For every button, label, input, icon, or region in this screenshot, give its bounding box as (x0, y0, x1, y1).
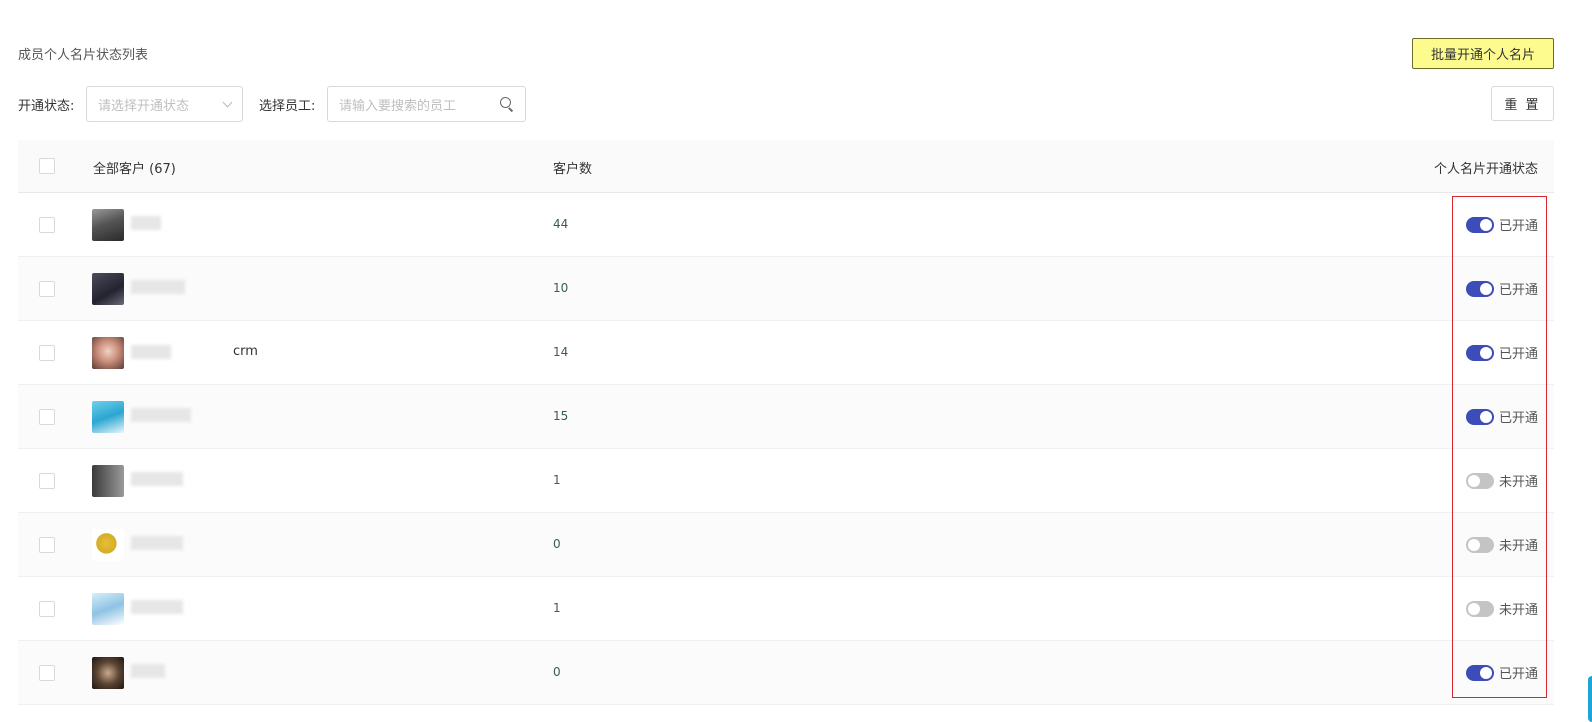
status-text: 已开通 (1498, 667, 1538, 682)
member-table: 全部客户 (67) 客户数 个人名片开通状态 44 已开通 10 已开通 crm 14 已开… (18, 140, 1554, 705)
redacted-name (131, 536, 183, 550)
page-title: 成员个人名片状态列表 (18, 48, 149, 63)
table-header: 全部客户 (67) 客户数 个人名片开通状态 (18, 140, 1554, 193)
avatar (92, 529, 124, 561)
customer-count: 1 (553, 473, 561, 487)
status-toggle[interactable] (1465, 408, 1494, 425)
column-header-name: 全部客户 (67) (93, 162, 176, 177)
avatar (92, 209, 124, 241)
card-status: 已开通 (1465, 343, 1538, 362)
customer-count: 15 (553, 409, 569, 423)
row-checkbox[interactable] (39, 601, 55, 617)
redacted-name (131, 408, 191, 422)
column-header-status: 个人名片开通状态 (1433, 162, 1538, 177)
member-name (131, 536, 183, 550)
card-status: 已开通 (1465, 663, 1538, 682)
status-toggle[interactable] (1465, 344, 1494, 361)
row-checkbox[interactable] (39, 217, 55, 233)
status-toggle[interactable] (1465, 216, 1494, 233)
status-select-placeholder: 请选择开通状态 (98, 98, 190, 114)
chevron-down-icon (222, 97, 233, 107)
card-status: 已开通 (1465, 407, 1538, 426)
customer-count: 14 (553, 345, 569, 359)
reset-button[interactable]: 重 置 (1491, 86, 1554, 121)
row-checkbox[interactable] (39, 345, 55, 361)
table-row: 44 已开通 (18, 193, 1554, 257)
side-floating-tab[interactable] (1588, 676, 1592, 722)
table-row: 1 未开通 (18, 449, 1554, 513)
table-row: 0 已开通 (18, 641, 1554, 705)
table-row: 0 未开通 (18, 513, 1554, 577)
status-text: 已开通 (1498, 411, 1538, 426)
status-toggle[interactable] (1465, 472, 1494, 489)
member-name (131, 280, 185, 294)
customer-count: 0 (553, 537, 561, 551)
avatar (92, 593, 124, 625)
employee-search-input[interactable]: 请输入要搜索的员工 (327, 86, 526, 122)
search-icon[interactable] (500, 97, 514, 111)
status-toggle[interactable] (1465, 600, 1494, 617)
status-toggle[interactable] (1465, 536, 1494, 553)
status-text: 已开通 (1498, 347, 1538, 362)
table-row: 10 已开通 (18, 257, 1554, 321)
select-all-checkbox[interactable] (39, 158, 55, 174)
row-checkbox[interactable] (39, 537, 55, 553)
status-text: 未开通 (1498, 475, 1538, 490)
card-status: 已开通 (1465, 279, 1538, 298)
employee-search-placeholder: 请输入要搜索的员工 (339, 98, 457, 114)
avatar (92, 273, 124, 305)
row-checkbox[interactable] (39, 281, 55, 297)
card-status: 未开通 (1465, 599, 1538, 618)
avatar (92, 657, 124, 689)
status-text: 未开通 (1498, 603, 1538, 618)
status-text: 已开通 (1498, 219, 1538, 234)
customer-count: 44 (553, 217, 569, 231)
avatar (92, 337, 124, 369)
row-checkbox[interactable] (39, 665, 55, 681)
member-name (131, 600, 183, 614)
redacted-name (131, 344, 171, 359)
member-name: crm (131, 344, 258, 359)
card-status: 已开通 (1465, 215, 1538, 234)
redacted-name (131, 472, 183, 486)
table-row: crm 14 已开通 (18, 321, 1554, 385)
redacted-name (131, 216, 161, 230)
status-filter-label: 开通状态: (18, 99, 75, 114)
table-body: 44 已开通 10 已开通 crm 14 已开通 15 已开通 1 未开通 0 未开通 1 未开通 0 已开通 (18, 193, 1554, 705)
employee-filter-label: 选择员工: (259, 99, 316, 114)
card-status: 未开通 (1465, 471, 1538, 490)
table-row: 15 已开通 (18, 385, 1554, 449)
status-select[interactable]: 请选择开通状态 (86, 86, 243, 122)
status-toggle[interactable] (1465, 664, 1494, 681)
status-toggle[interactable] (1465, 280, 1494, 297)
member-name (131, 664, 165, 678)
avatar (92, 401, 124, 433)
redacted-name (131, 664, 165, 678)
member-name (131, 216, 161, 230)
row-checkbox[interactable] (39, 473, 55, 489)
customer-count: 0 (553, 665, 561, 679)
column-header-count: 客户数 (553, 162, 593, 177)
status-text: 已开通 (1498, 283, 1538, 298)
member-name (131, 472, 183, 486)
redacted-name (131, 600, 183, 614)
redacted-name (131, 280, 185, 294)
member-name (131, 408, 191, 422)
table-row: 1 未开通 (18, 577, 1554, 641)
batch-enable-button[interactable]: 批量开通个人名片 (1412, 38, 1554, 69)
member-name-visible: crm (233, 344, 258, 359)
card-status: 未开通 (1465, 535, 1538, 554)
status-text: 未开通 (1498, 539, 1538, 554)
customer-count: 10 (553, 281, 569, 295)
avatar (92, 465, 124, 497)
row-checkbox[interactable] (39, 409, 55, 425)
customer-count: 1 (553, 601, 561, 615)
